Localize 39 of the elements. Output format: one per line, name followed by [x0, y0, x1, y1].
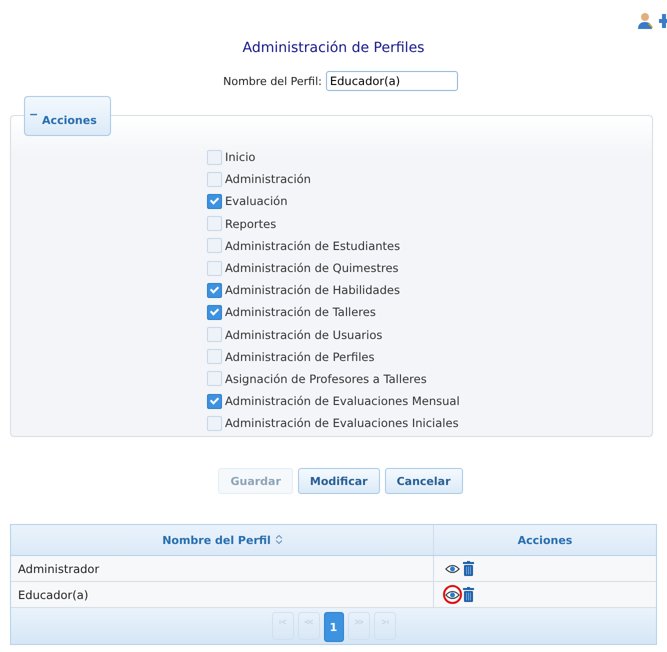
checkbox-label: Administración de Habilidades: [225, 283, 400, 298]
checkbox-label: Administración de Usuarios: [225, 328, 382, 342]
table-cell: Administrador: [11, 556, 434, 581]
sort-icon[interactable]: [276, 534, 282, 546]
page-button[interactable]: 1: [324, 612, 344, 642]
checkbox-label: Administración de Perfiles: [225, 350, 374, 364]
eye-icon[interactable]: [445, 564, 460, 574]
checkbox-label: Administración de Evaluaciones Iniciales: [225, 416, 459, 430]
action-button[interactable]: Modificar: [298, 468, 380, 494]
checkbox[interactable]: [207, 194, 222, 209]
next-page-icon[interactable]: [348, 612, 370, 640]
action-button[interactable]: Cancelar: [384, 468, 463, 494]
add-icon[interactable]: [659, 12, 667, 30]
checkbox-label: Administración de Evaluaciones Mensual: [225, 394, 460, 408]
page-title: Administración de Perfiles: [242, 40, 426, 56]
last-page-icon[interactable]: [374, 612, 396, 640]
column-header[interactable]: Nombre del Perfil: [11, 525, 434, 555]
checkbox[interactable]: [207, 282, 222, 298]
checkbox-label: Reportes: [225, 216, 276, 231]
first-page-icon[interactable]: [272, 612, 294, 640]
trash-icon[interactable]: [463, 587, 474, 602]
checkbox-label: Administración: [225, 172, 311, 186]
checkbox-label: Asignación de Profesores a Talleres: [225, 372, 427, 386]
field-label: Nombre del Perfil:: [223, 74, 322, 88]
eye-icon[interactable]: [445, 590, 460, 600]
checkbox-label: Administración de Quimestres: [225, 261, 399, 276]
checkbox[interactable]: [207, 394, 222, 409]
checkbox-label: Evaluación: [225, 194, 288, 208]
trash-icon[interactable]: [463, 561, 474, 576]
profile-name-field[interactable]: Educador(a): [326, 71, 458, 91]
checkbox-label: Administración de Talleres: [225, 305, 376, 320]
column-header[interactable]: Acciones: [434, 525, 656, 555]
checkbox-label: Inicio: [225, 150, 256, 164]
table-cell: Educador(a): [11, 582, 434, 607]
checkbox[interactable]: [207, 304, 222, 320]
checkbox-label: Administración de Estudiantes: [225, 238, 400, 253]
actions-legend[interactable]: − Acciones: [24, 96, 111, 136]
previous-page-icon[interactable]: [298, 612, 320, 640]
user-settings-icon[interactable]: [637, 12, 655, 30]
